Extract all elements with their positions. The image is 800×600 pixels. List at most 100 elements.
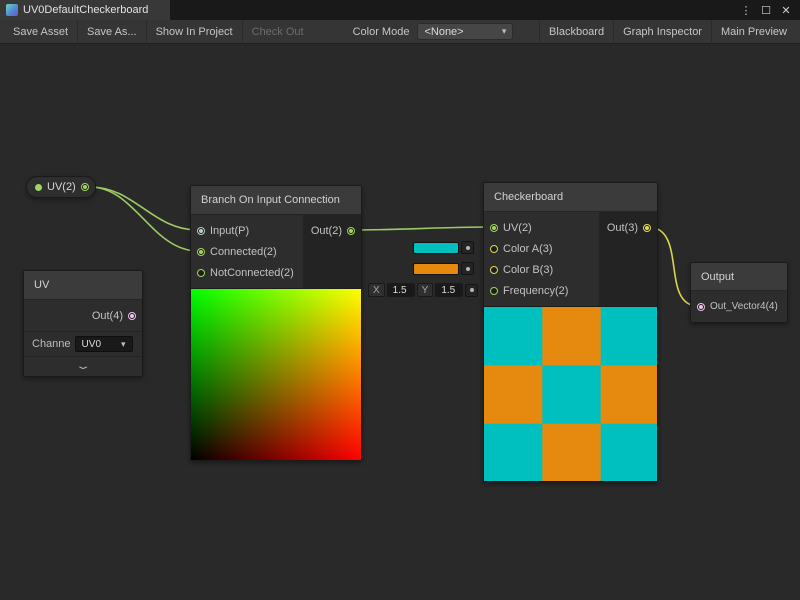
chevron-down-icon: ▾ (121, 339, 126, 350)
vector2-type-dot (35, 184, 42, 191)
save-as-button[interactable]: Save As... (78, 20, 147, 44)
input-port-notconnected[interactable] (197, 269, 205, 277)
chevron-down-icon: ▾ (502, 26, 507, 37)
y-axis-label: Y (417, 283, 434, 297)
output-port-out4[interactable] (128, 312, 136, 320)
port-row-color-b: Color B(3) (484, 259, 599, 280)
output-port-out2[interactable] (347, 227, 355, 235)
edge-uv-to-branch-connected[interactable] (90, 187, 198, 251)
frequency-nub[interactable] (465, 284, 478, 297)
shader-graph-asset-icon (6, 4, 18, 16)
tab-bar: UV0DefaultCheckerboard ⋮ ☐ ✕ (0, 0, 800, 20)
input-port-connected[interactable] (197, 248, 205, 256)
input-port-color-b[interactable] (490, 266, 498, 274)
port-row-out4: Out(4) (24, 305, 142, 326)
toolbar: Save Asset Save As... Show In Project Ch… (0, 20, 800, 44)
port-label: Out(3) (607, 222, 638, 234)
channel-value: UV0 (82, 339, 101, 350)
port-label: Out_Vector4(4) (710, 301, 778, 312)
output-port[interactable] (81, 183, 89, 191)
node-uv-inline[interactable]: UV(2) (26, 176, 96, 198)
node-checkerboard[interactable]: Checkerboard UV(2) Color A(3) Color B(3) (483, 182, 658, 482)
port-row-connected: Connected(2) (191, 241, 303, 262)
frequency-x-input[interactable]: 1.5 (387, 283, 415, 297)
check-out-button: Check Out (243, 20, 313, 44)
maximize-icon[interactable]: ☐ (758, 2, 774, 18)
tab-uv0defaultcheckerboard[interactable]: UV0DefaultCheckerboard (0, 0, 170, 20)
color-a-swatch[interactable] (413, 242, 459, 254)
toolbar-right-group: Blackboard Graph Inspector Main Preview (539, 20, 796, 44)
color-a-field[interactable] (413, 241, 474, 254)
blackboard-toggle-button[interactable]: Blackboard (539, 20, 613, 44)
port-row-out-vector4: Out_Vector4(4) (691, 296, 787, 317)
node-uv[interactable]: UV Out(4) Channe UV0 ▾ ⌄ (23, 270, 143, 377)
node-branch-on-input-connection[interactable]: Branch On Input Connection Input(P) Conn… (190, 185, 362, 461)
node-title: Branch On Input Connection (201, 194, 340, 206)
channel-dropdown[interactable]: UV0 ▾ (75, 336, 133, 352)
window-controls: ⋮ ☐ ✕ (738, 0, 800, 20)
node-ports: Out(4) (24, 300, 142, 331)
port-row-input: Input(P) (191, 220, 303, 241)
checkerboard-preview (484, 306, 657, 481)
node-ports: UV(2) Color A(3) Color B(3) Frequency(2) (484, 212, 657, 306)
frequency-field: X 1.5 Y 1.5 (368, 283, 478, 297)
node-uv-inline-label: UV(2) (47, 181, 76, 193)
port-label: NotConnected(2) (210, 267, 294, 279)
port-label: Frequency(2) (503, 285, 568, 297)
color-mode-label: Color Mode (345, 26, 418, 38)
port-row-out: Out(2) (303, 220, 361, 241)
node-title-bar[interactable]: Branch On Input Connection (191, 186, 361, 215)
x-axis-label: X (368, 283, 385, 297)
output-port-out3[interactable] (643, 224, 651, 232)
input-port-out-vector4[interactable] (697, 303, 705, 311)
color-b-field[interactable] (413, 262, 474, 275)
input-port-frequency[interactable] (490, 287, 498, 295)
channel-control-row: Channe UV0 ▾ (24, 331, 142, 356)
port-label: Color B(3) (503, 264, 553, 276)
input-port-uv[interactable] (490, 224, 498, 232)
port-row-notconnected: NotConnected(2) (191, 262, 303, 283)
graph-inspector-toggle-button[interactable]: Graph Inspector (613, 20, 711, 44)
port-row-out3: Out(3) (599, 217, 657, 238)
color-mode-value: <None> (424, 26, 463, 38)
port-row-uv: UV(2) (484, 217, 599, 238)
save-asset-button[interactable]: Save Asset (4, 20, 78, 44)
node-title: UV (34, 279, 49, 291)
preview-collapse-button[interactable]: ⌄ (24, 356, 142, 376)
chevron-down-icon: ⌄ (75, 361, 92, 372)
node-title-bar[interactable]: Output (691, 263, 787, 291)
color-picker-nub[interactable] (461, 241, 474, 254)
port-label: Out(2) (311, 225, 342, 237)
node-output[interactable]: Output Out_Vector4(4) (690, 262, 788, 323)
port-label: Connected(2) (210, 246, 277, 258)
frequency-y-input[interactable]: 1.5 (435, 283, 463, 297)
node-title: Checkerboard (494, 191, 563, 203)
port-row-frequency: Frequency(2) (484, 280, 599, 301)
port-label: Color A(3) (503, 243, 553, 255)
edge-uv-to-branch-input[interactable] (90, 187, 198, 230)
port-row-color-a: Color A(3) (484, 238, 599, 259)
input-port-input[interactable] (197, 227, 205, 235)
graph-canvas[interactable]: UV(2) Branch On Input Connection Input(P… (0, 44, 800, 600)
color-mode-dropdown[interactable]: <None> ▾ (417, 23, 513, 40)
tab-title: UV0DefaultCheckerboard (23, 4, 148, 16)
port-label: Input(P) (210, 225, 249, 237)
close-icon[interactable]: ✕ (778, 2, 794, 18)
node-title-bar[interactable]: UV (24, 271, 142, 300)
shader-graph-window: UV0DefaultCheckerboard ⋮ ☐ ✕ Save Asset … (0, 0, 800, 600)
uv-gradient-preview (191, 288, 361, 460)
color-picker-nub[interactable] (461, 262, 474, 275)
color-b-swatch[interactable] (413, 263, 459, 275)
node-ports: Out_Vector4(4) (691, 291, 787, 322)
node-title-bar[interactable]: Checkerboard (484, 183, 657, 212)
node-title: Output (701, 271, 734, 283)
port-label: UV(2) (503, 222, 532, 234)
channel-label: Channe (32, 338, 71, 350)
port-label: Out(4) (92, 310, 123, 322)
main-preview-toggle-button[interactable]: Main Preview (711, 20, 796, 44)
edge-branch-to-checkerboard[interactable] (354, 227, 491, 230)
input-port-color-a[interactable] (490, 245, 498, 253)
node-ports: Input(P) Connected(2) NotConnected(2) Ou… (191, 215, 361, 288)
show-in-project-button[interactable]: Show In Project (147, 20, 243, 44)
menu-icon[interactable]: ⋮ (738, 2, 754, 18)
